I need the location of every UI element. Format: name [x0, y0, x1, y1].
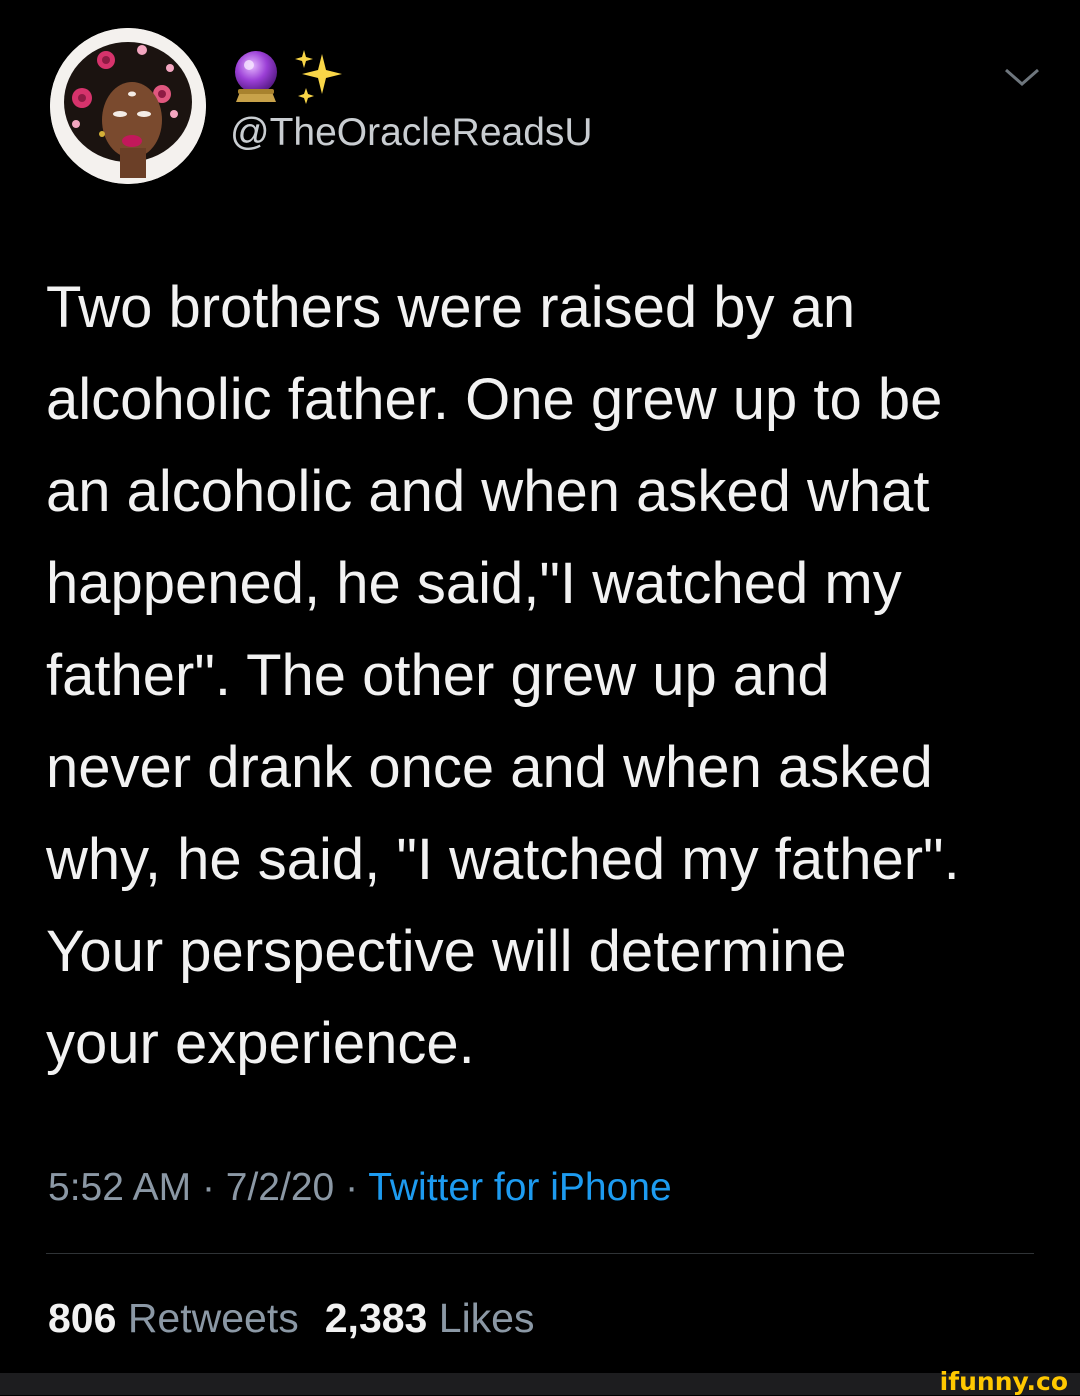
- separator: ·: [201, 1166, 215, 1209]
- ifunny-watermark: ifunny.co: [939, 1367, 1068, 1396]
- tweet-text-line: happened, he said,"I watched my: [46, 551, 902, 616]
- tweet-text-line: why, he said, "I watched my father".: [46, 827, 960, 892]
- retweets-stat[interactable]: 806 Retweets: [48, 1295, 299, 1341]
- avatar[interactable]: [50, 28, 206, 184]
- engagement-stats: 806 Retweets 2,383 Likes: [48, 1288, 534, 1348]
- display-name[interactable]: [230, 48, 348, 106]
- tweet-source-link[interactable]: Twitter for iPhone: [368, 1166, 671, 1209]
- chevron-down-icon[interactable]: [1002, 62, 1042, 92]
- footer-bar: [0, 1373, 1080, 1395]
- crystal-ball-icon: [235, 51, 277, 102]
- user-handle[interactable]: @TheOracleReadsU: [230, 108, 593, 158]
- retweets-label: Retweets: [127, 1295, 299, 1341]
- separator: ·: [345, 1166, 359, 1209]
- tweet-text-line: your experience.: [46, 1011, 475, 1076]
- sparkles-icon: [295, 50, 342, 104]
- divider: [46, 1253, 1034, 1254]
- tweet-date[interactable]: 7/2/20: [226, 1166, 334, 1209]
- tweet-text-line: Two brothers were raised by an: [46, 275, 856, 340]
- tweet-text-line: an alcoholic and when asked what: [46, 459, 930, 524]
- tweet-text-line: Your perspective will determine: [46, 919, 847, 984]
- tweet-text-line: never drank once and when asked: [46, 735, 933, 800]
- tweet-metadata: 5:52 AM · 7/2/20 · Twitter for iPhone: [48, 1160, 672, 1216]
- retweets-count: 806: [48, 1295, 117, 1341]
- tweet-text-line: alcoholic father. One grew up to be: [46, 367, 943, 432]
- avatar-illustration-icon: [50, 28, 206, 184]
- likes-stat[interactable]: 2,383 Likes: [325, 1295, 535, 1341]
- tweet-text: Two brothers were raised by an alcoholic…: [46, 262, 1046, 1090]
- likes-count: 2,383: [324, 1295, 428, 1341]
- likes-label: Likes: [438, 1295, 535, 1341]
- tweet: @TheOracleReadsU Two brothers were raise…: [0, 0, 1080, 1373]
- tweet-text-line: father". The other grew up and: [46, 643, 830, 708]
- tweet-time[interactable]: 5:52 AM: [48, 1166, 191, 1209]
